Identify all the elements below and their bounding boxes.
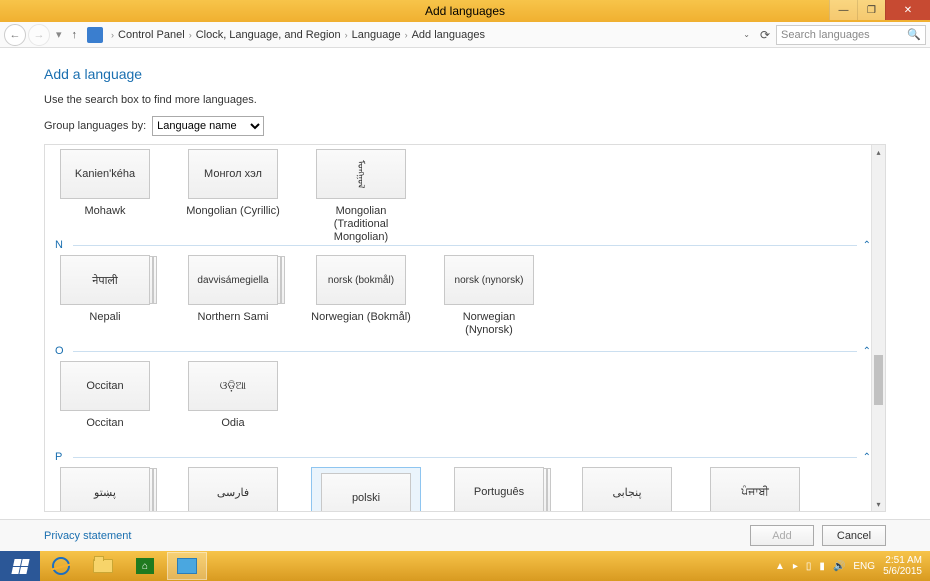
- system-tray: ▲ ▸ ▯ ▮ 🔊 ENG 2:51 AM 5/6/2015: [775, 555, 930, 577]
- language-tile-norwegian-bokmal[interactable]: norsk (bokmål) Norwegian (Bokmål): [311, 255, 411, 337]
- scroll-thumb[interactable]: [874, 355, 883, 405]
- close-button[interactable]: ✕: [885, 0, 930, 20]
- privacy-link[interactable]: Privacy statement: [44, 530, 131, 542]
- group-by-row: Group languages by: Language name: [44, 116, 886, 136]
- language-tile-punjabi-gurmukhi[interactable]: ਪੰਜਾਬੀ Punjabi (Gurmukhi): [705, 467, 805, 511]
- chevron-up-icon: ⌃: [863, 240, 871, 251]
- language-list: Kanien'kéha Mohawk Монгол хэл Mongolian …: [44, 144, 886, 512]
- section-header-n[interactable]: N⌃: [55, 239, 871, 251]
- language-tile-pashto[interactable]: پښتو Pashto: [55, 467, 155, 511]
- language-tile-occitan[interactable]: Occitan Occitan: [55, 361, 155, 443]
- language-tile-mohawk[interactable]: Kanien'kéha Mohawk: [55, 149, 155, 231]
- search-input[interactable]: Search languages 🔍: [776, 25, 926, 45]
- ie-icon: [52, 557, 70, 575]
- volume-icon[interactable]: 🔊: [833, 561, 845, 572]
- group-by-label: Group languages by:: [44, 120, 146, 132]
- minimize-button[interactable]: —: [829, 0, 857, 20]
- window-controls: — ❐ ✕: [829, 0, 930, 20]
- page-subtext: Use the search box to find more language…: [44, 94, 886, 106]
- crumb-add-languages[interactable]: Add languages: [412, 29, 485, 41]
- taskbar-control-panel[interactable]: [167, 552, 207, 580]
- group-by-select[interactable]: Language name: [152, 116, 264, 136]
- section-header-o[interactable]: O⌃: [55, 345, 871, 357]
- history-dropdown[interactable]: ▾: [56, 28, 62, 41]
- chevron-up-icon: ⌃: [863, 452, 871, 463]
- input-language[interactable]: ENG: [853, 561, 875, 572]
- forward-button[interactable]: →: [28, 24, 50, 46]
- language-tile-portuguese[interactable]: Português Portuguese: [449, 467, 549, 511]
- tray-overflow-icon[interactable]: ▲: [775, 561, 785, 572]
- section-header-p[interactable]: P⌃: [55, 451, 871, 463]
- window-title: Add languages: [425, 4, 505, 18]
- start-button[interactable]: [0, 551, 40, 581]
- language-tile-norwegian-nynorsk[interactable]: norsk (nynorsk) Norwegian (Nynorsk): [439, 255, 539, 337]
- crumb-sep: ›: [405, 30, 408, 40]
- language-tile-punjabi-arabic[interactable]: پنجابی Punjabi (Arabic): [577, 467, 677, 511]
- crumb-sep: ›: [111, 30, 114, 40]
- scrollbar[interactable]: ▴ ▾: [871, 145, 885, 511]
- search-placeholder: Search languages: [781, 29, 870, 41]
- language-tile-odia[interactable]: ଓଡ଼ିଆ Odia: [183, 361, 283, 443]
- breadcrumb: › Control Panel › Clock, Language, and R…: [107, 29, 733, 41]
- language-tile-northern-sami[interactable]: davvisámegiella Northern Sami: [183, 255, 283, 337]
- taskbar-ie[interactable]: [41, 552, 81, 580]
- clock[interactable]: 2:51 AM 5/6/2015: [883, 555, 922, 577]
- language-tile-mongolian-cyrillic[interactable]: Монгол хэл Mongolian (Cyrillic): [183, 149, 283, 231]
- add-button[interactable]: Add: [750, 525, 814, 546]
- footer: Privacy statement Add Cancel: [0, 519, 930, 551]
- crumb-sep: ›: [345, 30, 348, 40]
- crumb-control-panel[interactable]: Control Panel: [118, 29, 185, 41]
- language-tile-persian[interactable]: فارسی Persian: [183, 467, 283, 511]
- back-button[interactable]: ←: [4, 24, 26, 46]
- network-icon[interactable]: ▮: [819, 561, 825, 572]
- folder-icon: [93, 559, 113, 573]
- store-icon: ⌂: [136, 558, 154, 574]
- scroll-up-icon[interactable]: ▴: [872, 145, 885, 159]
- scroll-down-icon[interactable]: ▾: [872, 497, 885, 511]
- crumb-sep: ›: [189, 30, 192, 40]
- titlebar: Add languages — ❐ ✕: [0, 0, 930, 22]
- content: Add a language Use the search box to fin…: [0, 48, 930, 519]
- windows-icon: [11, 559, 29, 574]
- address-dropdown[interactable]: ⌄: [739, 30, 754, 39]
- crumb-language[interactable]: Language: [352, 29, 401, 41]
- search-icon: 🔍: [907, 28, 921, 41]
- language-tile-nepali[interactable]: नेपाली Nepali: [55, 255, 155, 337]
- refresh-button[interactable]: ⟳: [760, 28, 770, 42]
- taskbar-store[interactable]: ⌂: [125, 552, 165, 580]
- cancel-button[interactable]: Cancel: [822, 525, 886, 546]
- action-center-icon[interactable]: ▸: [793, 561, 798, 572]
- maximize-button[interactable]: ❐: [857, 0, 885, 20]
- crumb-clock-lang-region[interactable]: Clock, Language, and Region: [196, 29, 341, 41]
- taskbar: ⌂ ▲ ▸ ▯ ▮ 🔊 ENG 2:51 AM 5/6/2015: [0, 551, 930, 581]
- navbar: ← → ▾ ↑ › Control Panel › Clock, Languag…: [0, 22, 930, 48]
- page-title: Add a language: [44, 66, 886, 82]
- battery-icon[interactable]: ▯: [806, 561, 812, 572]
- control-panel-icon: [87, 27, 103, 43]
- control-panel-icon: [177, 558, 197, 574]
- up-button[interactable]: ↑: [72, 29, 78, 41]
- language-tile-mongolian-traditional[interactable]: ᠮᠣᠩᠭᠣᠯ Mongolian (Traditional Mongolian): [311, 149, 411, 231]
- language-tile-polish[interactable]: polski Polish: [311, 467, 421, 511]
- chevron-up-icon: ⌃: [863, 346, 871, 357]
- taskbar-explorer[interactable]: [83, 552, 123, 580]
